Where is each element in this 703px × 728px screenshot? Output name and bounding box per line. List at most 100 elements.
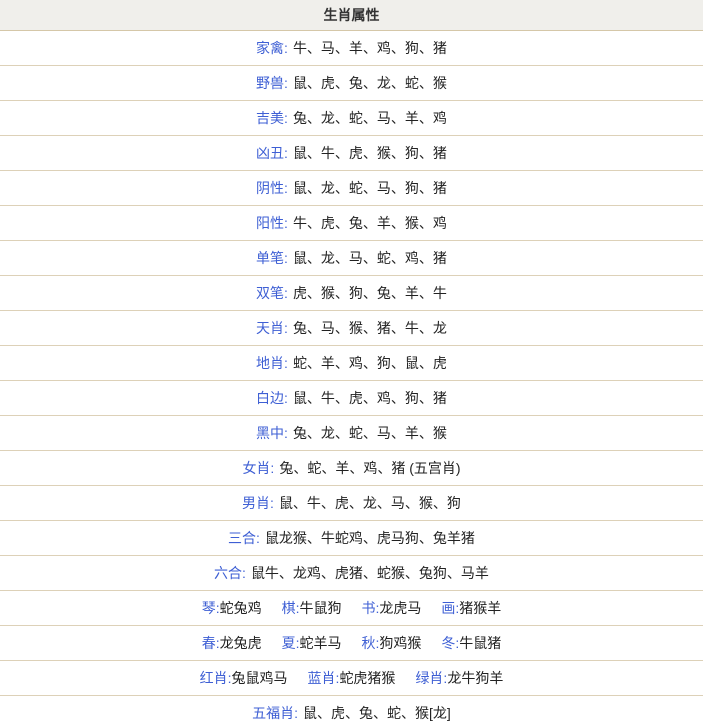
- table-title: 生肖属性: [0, 0, 703, 31]
- attribute-segment: 夏:蛇羊马: [282, 635, 342, 651]
- attribute-segment: 家禽: 牛、马、羊、鸡、狗、猪: [256, 40, 447, 56]
- attribute-row: 野兽: 鼠、虎、兔、龙、蛇、猴: [0, 66, 703, 101]
- attribute-row: 男肖: 鼠、牛、虎、龙、马、猴、狗: [0, 486, 703, 521]
- attribute-value: 龙牛狗羊: [447, 670, 503, 686]
- attribute-value: 牛鼠猪: [459, 635, 501, 651]
- attribute-value: 蛇、羊、鸡、狗、鼠、虎: [293, 355, 447, 371]
- zodiac-attribute-table: 生肖属性 家禽: 牛、马、羊、鸡、狗、猪野兽: 鼠、虎、兔、龙、蛇、猴吉美:兔、龙、…: [0, 0, 703, 728]
- attribute-value: 兔、蛇、羊、鸡、猪 (五宫肖): [279, 460, 460, 476]
- attribute-value: 牛、马、羊、鸡、狗、猪: [293, 40, 447, 56]
- attribute-label: 画:: [441, 600, 459, 616]
- attribute-segment: 单笔: 鼠、龙、马、蛇、鸡、猪: [256, 250, 447, 266]
- attribute-row: 三合: 鼠龙猴、牛蛇鸡、虎马狗、兔羊猪: [0, 521, 703, 556]
- attribute-row: 黑中:兔、龙、蛇、马、羊、猴: [0, 416, 703, 451]
- attribute-label: 阳性:: [256, 215, 288, 231]
- attribute-row: 女肖: 兔、蛇、羊、鸡、猪 (五宫肖): [0, 451, 703, 486]
- attribute-label: 家禽:: [256, 40, 288, 56]
- attribute-label: 红肖:: [200, 670, 232, 686]
- attribute-label: 蓝肖:: [308, 670, 340, 686]
- attribute-segment: 天肖: 兔、马、猴、猪、牛、龙: [256, 320, 447, 336]
- attribute-value: 猪猴羊: [459, 600, 501, 616]
- attribute-segment: 白边: 鼠、牛、虎、鸡、狗、猪: [256, 390, 447, 406]
- attribute-segment: 三合: 鼠龙猴、牛蛇鸡、虎马狗、兔羊猪: [228, 530, 475, 546]
- attribute-label: 黑中:: [256, 425, 288, 441]
- attribute-row: 琴:蛇兔鸡 棋:牛鼠狗 书:龙虎马 画:猪猴羊: [0, 591, 703, 626]
- attribute-label: 阴性:: [256, 180, 288, 196]
- attribute-value: 鼠龙猴、牛蛇鸡、虎马狗、兔羊猪: [265, 530, 475, 546]
- attribute-row: 红肖:兔鼠鸡马 蓝肖:蛇虎猪猴 绿肖:龙牛狗羊: [0, 661, 703, 696]
- attribute-label: 男肖:: [242, 495, 274, 511]
- attribute-row: 双笔: 虎、猴、狗、兔、羊、牛: [0, 276, 703, 311]
- attribute-row: 家禽: 牛、马、羊、鸡、狗、猪: [0, 31, 703, 66]
- attribute-row: 单笔: 鼠、龙、马、蛇、鸡、猪: [0, 241, 703, 276]
- attribute-segment: 秋:狗鸡猴: [362, 635, 422, 651]
- attribute-value: 鼠、牛、虎、龙、马、猴、狗: [279, 495, 461, 511]
- attribute-row: 春:龙兔虎 夏:蛇羊马 秋:狗鸡猴 冬:牛鼠猪: [0, 626, 703, 661]
- attribute-value: 牛鼠狗: [300, 600, 342, 616]
- attribute-value: 兔、马、猴、猪、牛、龙: [293, 320, 447, 336]
- attribute-label: 凶丑:: [256, 145, 288, 161]
- attribute-segment: 吉美:兔、龙、蛇、马、羊、鸡: [256, 110, 447, 126]
- attribute-value: 鼠、牛、虎、猴、狗、猪: [293, 145, 447, 161]
- attribute-value: 蛇羊马: [300, 635, 342, 651]
- attribute-value: 蛇兔鸡: [220, 600, 262, 616]
- attribute-segment: 画:猪猴羊: [441, 600, 501, 616]
- attribute-value: 龙虎马: [379, 600, 421, 616]
- attribute-segment: 地肖: 蛇、羊、鸡、狗、鼠、虎: [256, 355, 447, 371]
- attribute-label: 野兽:: [256, 75, 288, 91]
- attribute-segment: 凶丑: 鼠、牛、虎、猴、狗、猪: [256, 145, 447, 161]
- attribute-label: 地肖:: [256, 355, 288, 371]
- attribute-label: 三合:: [228, 530, 260, 546]
- attribute-row: 凶丑: 鼠、牛、虎、猴、狗、猪: [0, 136, 703, 171]
- attribute-value: 牛、虎、兔、羊、猴、鸡: [293, 215, 447, 231]
- attribute-row: 吉美:兔、龙、蛇、马、羊、鸡: [0, 101, 703, 136]
- attribute-value: 鼠、虎、兔、蛇、猴[龙]: [303, 705, 451, 721]
- attribute-label: 白边:: [256, 390, 288, 406]
- attribute-value: 鼠牛、龙鸡、虎猪、蛇猴、兔狗、马羊: [251, 565, 489, 581]
- attribute-segment: 书:龙虎马: [362, 600, 422, 616]
- attribute-label: 书:: [362, 600, 380, 616]
- attribute-label: 春:: [202, 635, 220, 651]
- attribute-label: 双笔:: [256, 285, 288, 301]
- attribute-label: 棋:: [282, 600, 300, 616]
- attribute-row: 阴性: 鼠、龙、蛇、马、狗、猪: [0, 171, 703, 206]
- attribute-label: 夏:: [282, 635, 300, 651]
- attribute-segment: 阳性: 牛、虎、兔、羊、猴、鸡: [256, 215, 447, 231]
- attribute-row: 六合:鼠牛、龙鸡、虎猪、蛇猴、兔狗、马羊: [0, 556, 703, 591]
- attribute-value: 蛇虎猪猴: [339, 670, 395, 686]
- attribute-row: 白边: 鼠、牛、虎、鸡、狗、猪: [0, 381, 703, 416]
- attribute-label: 绿肖:: [415, 670, 447, 686]
- attribute-value: 鼠、牛、虎、鸡、狗、猪: [293, 390, 447, 406]
- attribute-segment: 野兽: 鼠、虎、兔、龙、蛇、猴: [256, 75, 447, 91]
- attribute-value: 虎、猴、狗、兔、羊、牛: [293, 285, 447, 301]
- attribute-label: 吉美:: [256, 110, 288, 126]
- attribute-value: 鼠、龙、马、蛇、鸡、猪: [293, 250, 447, 266]
- attribute-row: 五福肖: 鼠、虎、兔、蛇、猴[龙]: [0, 696, 703, 728]
- attribute-segment: 男肖: 鼠、牛、虎、龙、马、猴、狗: [242, 495, 461, 511]
- attribute-label: 五福肖:: [252, 705, 298, 721]
- attribute-segment: 五福肖: 鼠、虎、兔、蛇、猴[龙]: [252, 705, 451, 721]
- attribute-value: 鼠、虎、兔、龙、蛇、猴: [293, 75, 447, 91]
- attribute-row: 地肖: 蛇、羊、鸡、狗、鼠、虎: [0, 346, 703, 381]
- attribute-segment: 六合:鼠牛、龙鸡、虎猪、蛇猴、兔狗、马羊: [214, 565, 489, 581]
- attribute-segment: 红肖:兔鼠鸡马: [200, 670, 288, 686]
- attribute-label: 秋:: [362, 635, 380, 651]
- attribute-label: 女肖:: [242, 460, 274, 476]
- attribute-label: 天肖:: [256, 320, 288, 336]
- attribute-segment: 琴:蛇兔鸡: [202, 600, 262, 616]
- attribute-row: 天肖: 兔、马、猴、猪、牛、龙: [0, 311, 703, 346]
- attribute-segment: 绿肖:龙牛狗羊: [415, 670, 503, 686]
- attribute-segment: 双笔: 虎、猴、狗、兔、羊、牛: [256, 285, 447, 301]
- table-rows: 家禽: 牛、马、羊、鸡、狗、猪野兽: 鼠、虎、兔、龙、蛇、猴吉美:兔、龙、蛇、马、羊…: [0, 31, 703, 728]
- attribute-label: 单笔:: [256, 250, 288, 266]
- attribute-segment: 阴性: 鼠、龙、蛇、马、狗、猪: [256, 180, 447, 196]
- attribute-value: 狗鸡猴: [379, 635, 421, 651]
- attribute-value: 兔鼠鸡马: [232, 670, 288, 686]
- attribute-label: 琴:: [202, 600, 220, 616]
- page: 生肖属性 家禽: 牛、马、羊、鸡、狗、猪野兽: 鼠、虎、兔、龙、蛇、猴吉美:兔、龙、…: [0, 0, 703, 728]
- attribute-segment: 冬:牛鼠猪: [441, 635, 501, 651]
- attribute-segment: 春:龙兔虎: [202, 635, 262, 651]
- attribute-value: 鼠、龙、蛇、马、狗、猪: [293, 180, 447, 196]
- attribute-label: 冬:: [441, 635, 459, 651]
- attribute-row: 阳性: 牛、虎、兔、羊、猴、鸡: [0, 206, 703, 241]
